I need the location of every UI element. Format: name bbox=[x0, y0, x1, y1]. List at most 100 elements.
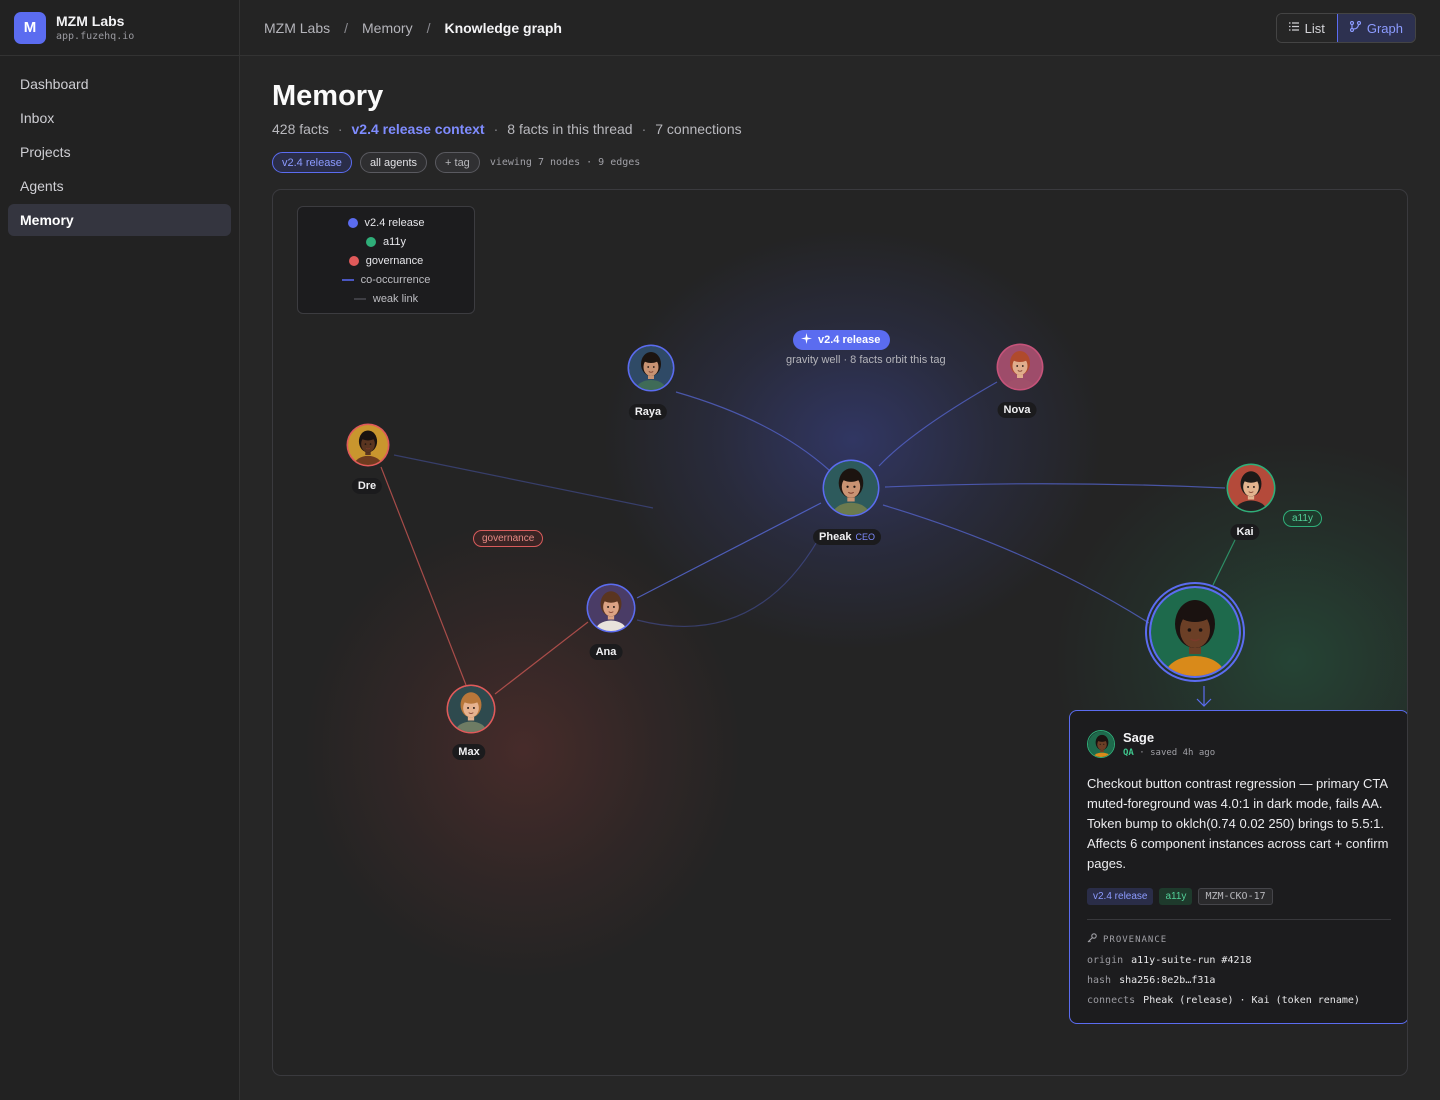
sidebar-item-memory[interactable]: Memory bbox=[8, 204, 231, 236]
agents-filter-chip[interactable]: all agents bbox=[359, 152, 428, 173]
edge-dre-weak bbox=[393, 454, 654, 509]
node-sage-avatar[interactable] bbox=[1145, 582, 1245, 682]
node-raya-label: Raya bbox=[628, 404, 668, 420]
legend-swatch bbox=[353, 298, 366, 300]
sidebar-item-projects[interactable]: Projects bbox=[8, 136, 231, 168]
breadcrumb-separator: / bbox=[344, 19, 349, 36]
provenance-title: PROVENANCE bbox=[1103, 934, 1168, 945]
key-icon bbox=[1087, 933, 1097, 946]
node-raya-avatar[interactable] bbox=[626, 343, 676, 393]
meta-separator: · bbox=[337, 121, 343, 137]
node-pheak-role: CEO bbox=[855, 532, 875, 542]
legend-swatch bbox=[341, 279, 354, 281]
sidebar-item-inbox[interactable]: Inbox bbox=[8, 102, 231, 134]
node-ana-avatar[interactable] bbox=[585, 582, 637, 634]
fact-body: Checkout button contrast regression — pr… bbox=[1087, 776, 1389, 871]
legend-swatch bbox=[365, 237, 376, 247]
list-view-label: List bbox=[1304, 20, 1325, 36]
legend-label: v2.4 release bbox=[364, 217, 425, 229]
node-ana-label: Ana bbox=[589, 644, 623, 660]
graph-canvas[interactable]: v2.4 release a11y governance co-occurren… bbox=[272, 189, 1408, 1076]
connections-count: 7 connections bbox=[655, 121, 742, 137]
topbar: MZM Labs / Memory / Knowledge graph List… bbox=[240, 0, 1440, 56]
card-author-meta: QA · saved 4h ago bbox=[1123, 748, 1215, 758]
node-nova-avatar[interactable] bbox=[995, 342, 1045, 392]
meta-separator: · bbox=[493, 121, 499, 137]
workspace-name: MZM Labs bbox=[56, 13, 125, 29]
provenance-connects-value[interactable]: Pheak (release) · Kai (token rename) bbox=[1143, 995, 1360, 1006]
fact-detail-card: Sage QA · saved 4h ago Checkout button c… bbox=[1069, 710, 1407, 1024]
fact-tag-release[interactable]: v2.4 release bbox=[1087, 888, 1154, 905]
list-view-button[interactable]: List bbox=[1276, 14, 1337, 42]
provenance-hash-value[interactable]: sha256:8e2b…f31a bbox=[1119, 975, 1215, 986]
legend-item: weak link bbox=[298, 291, 474, 307]
page-meta: 428 facts · v2.4 release context · 8 fac… bbox=[272, 121, 742, 137]
legend-label: co-occurrence bbox=[360, 274, 431, 286]
sidebar-nav: Dashboard Inbox Projects Agents Memory bbox=[0, 56, 239, 250]
sidebar-item-dashboard[interactable]: Dashboard bbox=[8, 68, 231, 100]
edge-kai-sage bbox=[1212, 539, 1236, 586]
legend-swatch bbox=[348, 256, 359, 266]
breadcrumb-memory[interactable]: Memory bbox=[362, 20, 413, 36]
card-author-avatar bbox=[1087, 730, 1115, 758]
node-max-avatar[interactable] bbox=[445, 683, 497, 735]
legend-item: governance bbox=[298, 253, 474, 269]
context-link[interactable]: v2.4 release context bbox=[352, 121, 485, 137]
sidebar-item-agents[interactable]: Agents bbox=[8, 170, 231, 202]
legend-label: a11y bbox=[382, 236, 407, 248]
provenance-header: PROVENANCE bbox=[1087, 933, 1391, 946]
provenance-connects: connects Pheak (release) · Kai (token ren… bbox=[1087, 995, 1391, 1006]
a11y-tag-pill[interactable]: a11y bbox=[1283, 510, 1322, 527]
node-dre-avatar[interactable] bbox=[345, 422, 391, 468]
provenance-origin: origin a11y-suite-run #4218 bbox=[1087, 955, 1391, 966]
fact-tags: v2.4 release a11y MZM-CKO-17 bbox=[1087, 888, 1391, 905]
sparkle-icon bbox=[801, 333, 812, 347]
node-dre-label: Dre bbox=[351, 478, 383, 494]
page-title: Memory bbox=[272, 80, 384, 112]
viewing-summary: viewing 7 nodes · 9 edges bbox=[489, 157, 641, 168]
meta-separator: · bbox=[641, 121, 647, 137]
card-author-role: QA bbox=[1123, 748, 1134, 758]
legend-swatch bbox=[347, 218, 358, 228]
breadcrumb-separator: / bbox=[426, 19, 431, 36]
node-kai-label: Kai bbox=[1230, 524, 1260, 540]
provenance-origin-value[interactable]: a11y-suite-run #4218 bbox=[1131, 955, 1251, 966]
node-kai-avatar[interactable] bbox=[1225, 462, 1277, 514]
edge-dre-max bbox=[380, 466, 467, 686]
view-toggle: List Graph bbox=[1275, 13, 1416, 43]
legend-item: v2.4 release bbox=[298, 215, 474, 231]
card-divider bbox=[1087, 919, 1391, 920]
node-max-label: Max bbox=[452, 744, 486, 760]
edge-max-ana bbox=[494, 621, 589, 695]
gravity-well-label: v2.4 release bbox=[818, 334, 881, 346]
provenance-origin-key: origin bbox=[1087, 955, 1124, 966]
workspace-switcher[interactable]: M MZM Labs app.fuzehq.io bbox=[0, 0, 239, 56]
breadcrumb-workspace[interactable]: MZM Labs bbox=[264, 20, 330, 36]
provenance-connects-key: connects bbox=[1087, 995, 1136, 1006]
facts-count: 428 facts bbox=[272, 121, 329, 137]
add-tag-button[interactable]: + tag bbox=[435, 152, 480, 173]
tag-filter-chip[interactable]: v2.4 release bbox=[272, 152, 352, 173]
legend-item: co-occurrence bbox=[298, 272, 474, 288]
provenance-hash: hash sha256:8e2b…f31a bbox=[1087, 975, 1391, 986]
node-pheak-avatar[interactable] bbox=[821, 458, 881, 518]
governance-tag-pill[interactable]: governance bbox=[473, 530, 544, 547]
fact-tag-a11y[interactable]: a11y bbox=[1159, 888, 1193, 905]
filter-bar: v2.4 release all agents + tag viewing 7 … bbox=[272, 152, 640, 173]
card-saved-time: · saved 4h ago bbox=[1139, 748, 1216, 758]
graph-view-label: Graph bbox=[1366, 20, 1403, 36]
gravity-well-subtitle: gravity well · 8 facts orbit this tag bbox=[786, 354, 946, 366]
thread-facts: 8 facts in this thread bbox=[507, 121, 633, 137]
list-icon bbox=[1288, 22, 1299, 34]
edge-pheak-ana bbox=[636, 502, 822, 599]
gravity-well-pill[interactable]: v2.4 release bbox=[793, 330, 891, 350]
workspace-url: app.fuzehq.io bbox=[56, 31, 135, 42]
legend-label: governance bbox=[365, 255, 424, 267]
fact-ticket-id[interactable]: MZM-CKO-17 bbox=[1198, 888, 1273, 905]
legend-label: weak link bbox=[372, 293, 419, 305]
breadcrumb-current: Knowledge graph bbox=[444, 19, 562, 36]
graph-legend: v2.4 release a11y governance co-occurren… bbox=[297, 206, 475, 314]
graph-icon bbox=[1349, 20, 1361, 35]
graph-view-button[interactable]: Graph bbox=[1336, 14, 1415, 42]
provenance-hash-key: hash bbox=[1087, 975, 1112, 986]
